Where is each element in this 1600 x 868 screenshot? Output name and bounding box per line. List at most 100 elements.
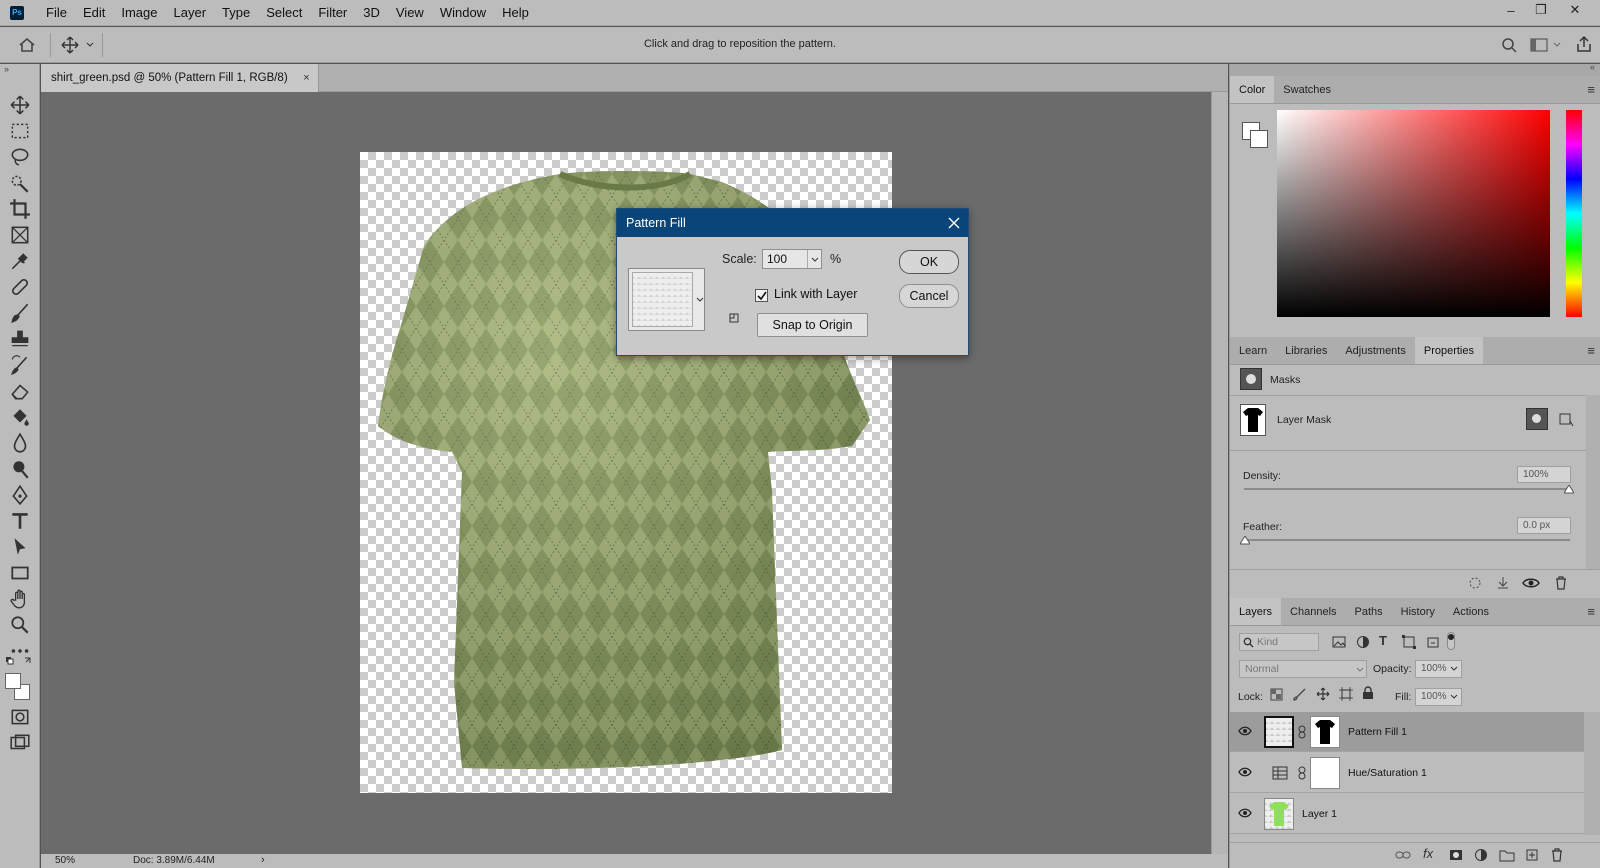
menu-help[interactable]: Help [494,0,537,26]
foreground-color-swatch[interactable] [5,673,21,689]
visibility-icon[interactable] [1238,725,1252,737]
pattern-picker[interactable] [628,268,705,331]
eyedropper-tool-icon[interactable] [8,250,32,272]
feather-slider-track[interactable] [1244,539,1570,541]
path-selection-tool-icon[interactable] [8,536,32,558]
dodge-tool-icon[interactable] [8,458,32,480]
clone-stamp-tool-icon[interactable] [8,328,32,350]
feather-input[interactable]: 0.0 px [1517,517,1571,534]
healing-brush-tool-icon[interactable] [8,276,32,298]
density-slider-track[interactable] [1244,488,1570,490]
pen-tool-icon[interactable] [8,484,32,506]
menu-type[interactable]: Type [214,0,258,26]
type-tool-icon[interactable] [8,510,32,532]
vertical-scrollbar[interactable] [1211,92,1228,854]
close-tab-icon[interactable]: × [303,64,309,92]
blur-tool-icon[interactable] [8,432,32,454]
hue-slider[interactable] [1566,110,1582,317]
menu-3d[interactable]: 3D [355,0,388,26]
link-icon[interactable] [1298,766,1306,780]
lock-transparent-icon[interactable] [1270,688,1283,701]
add-mask-icon[interactable] [1449,848,1463,862]
lock-pixels-icon[interactable] [1293,688,1306,701]
layer-mask-thumbnail[interactable] [1310,757,1340,789]
link-with-layer-label[interactable]: Link with Layer [774,287,857,301]
close-icon[interactable] [948,217,960,229]
tab-layers[interactable]: Layers [1230,598,1282,625]
brush-tool-icon[interactable] [8,302,32,324]
menu-edit[interactable]: Edit [75,0,113,26]
chevron-down-icon[interactable] [1450,694,1458,700]
move-tool-icon[interactable] [61,36,79,54]
blend-mode-select[interactable]: Normal [1239,660,1367,678]
delete-layer-icon[interactable] [1550,848,1564,862]
menu-window[interactable]: Window [432,0,494,26]
history-brush-tool-icon[interactable] [8,354,32,376]
layer-row-pattern-fill[interactable]: Pattern Fill 1 [1230,712,1584,752]
search-icon[interactable] [1501,37,1517,53]
adjustment-filter-icon[interactable] [1356,635,1370,649]
lock-artboard-icon[interactable] [1339,687,1353,701]
menu-file[interactable]: File [38,0,75,26]
background-color-swatch[interactable] [1250,130,1268,148]
filter-kind-select[interactable]: Kind [1239,633,1319,651]
layer-style-icon[interactable]: fx [1423,846,1433,861]
load-selection-icon[interactable] [1468,576,1482,590]
close-window-button[interactable]: ✕ [1560,0,1590,20]
tab-properties[interactable]: Properties [1414,337,1483,364]
properties-scrollbar[interactable] [1586,395,1600,570]
layer-name[interactable]: Pattern Fill 1 [1348,726,1407,738]
menu-image[interactable]: Image [113,0,165,26]
menu-filter[interactable]: Filter [310,0,355,26]
menu-select[interactable]: Select [258,0,310,26]
tab-channels[interactable]: Channels [1281,598,1345,625]
layer-name[interactable]: Hue/Saturation 1 [1348,767,1427,779]
shape-filter-icon[interactable] [1402,635,1416,649]
minimize-button[interactable]: – [1496,0,1526,20]
tab-adjustments[interactable]: Adjustments [1336,337,1415,364]
new-adjustment-icon[interactable] [1474,848,1488,862]
layer-row-hue-saturation[interactable]: Hue/Saturation 1 [1230,753,1584,793]
trash-icon[interactable] [1554,576,1568,590]
hand-tool-icon[interactable] [8,588,32,610]
tab-actions[interactable]: Actions [1444,598,1498,625]
pixel-mask-button[interactable] [1526,408,1548,430]
crop-tool-icon[interactable] [8,198,32,220]
home-icon[interactable] [18,36,36,54]
lasso-tool-icon[interactable] [8,146,32,168]
workspace-icon[interactable] [1530,38,1548,52]
tab-color[interactable]: Color [1230,76,1275,103]
status-menu-arrow[interactable]: › [261,854,265,866]
lock-position-icon[interactable] [1316,687,1330,701]
layers-scrollbar[interactable] [1584,712,1600,835]
eraser-tool-icon[interactable] [8,380,32,402]
paint-bucket-tool-icon[interactable] [8,406,32,428]
rectangle-tool-icon[interactable] [8,562,32,584]
zoom-tool-icon[interactable] [8,614,32,636]
scale-dropdown[interactable] [807,250,821,268]
density-slider-thumb[interactable] [1564,485,1574,494]
ok-button[interactable]: OK [899,250,959,274]
quick-mask-icon[interactable] [8,706,32,728]
document-tab[interactable]: shirt_green.psd @ 50% (Pattern Fill 1, R… [41,64,319,92]
new-preset-icon[interactable] [728,312,740,324]
layer-mask-thumbnail[interactable] [1310,716,1340,748]
new-group-icon[interactable] [1499,848,1515,862]
chevron-down-icon[interactable] [1553,42,1561,48]
visibility-icon[interactable] [1522,575,1540,591]
screen-mode-icon[interactable] [8,732,32,754]
panel-menu-icon[interactable]: ≡ [1587,598,1595,626]
pixel-filter-icon[interactable] [1332,635,1346,649]
menu-layer[interactable]: Layer [166,0,215,26]
share-icon[interactable] [1576,35,1592,53]
feather-slider-thumb[interactable] [1240,536,1250,545]
link-with-layer-checkbox[interactable] [755,289,768,302]
chevron-down-icon[interactable] [696,297,704,303]
cancel-button[interactable]: Cancel [899,284,959,308]
tab-paths[interactable]: Paths [1346,598,1392,625]
restore-button[interactable]: ❐ [1526,0,1556,20]
tab-swatches[interactable]: Swatches [1274,76,1340,103]
tab-learn[interactable]: Learn [1230,337,1276,364]
chevron-down-icon[interactable] [1450,666,1458,672]
apply-mask-icon[interactable] [1496,576,1510,590]
